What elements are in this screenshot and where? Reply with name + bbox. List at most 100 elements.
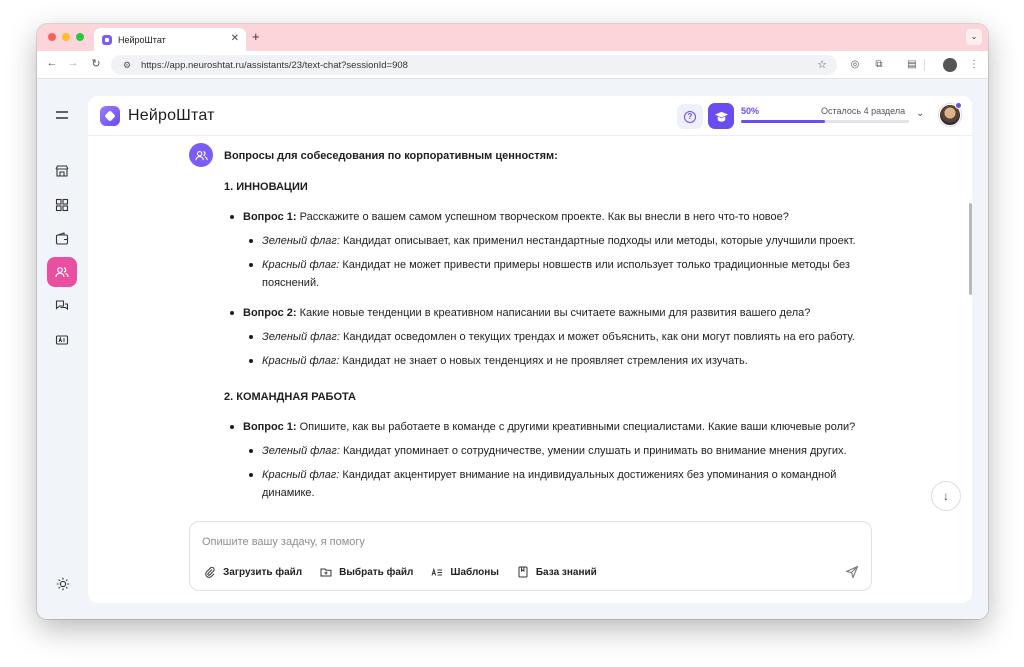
sidebar-item-store[interactable]	[47, 156, 77, 186]
green-flag-label: Зеленый флаг:	[262, 235, 340, 247]
question-label: Вопрос 1:	[243, 211, 297, 223]
sun-icon[interactable]	[56, 577, 70, 591]
progress-fill	[741, 120, 825, 123]
composer-actions: Загрузить файл Выбрать файл Шаблоны База…	[204, 566, 615, 578]
browser-tab[interactable]: НейроШтат ✕	[94, 28, 246, 51]
chat-icon	[55, 300, 69, 311]
course-button[interactable]	[708, 103, 734, 129]
question-text: Расскажите о вашем самом успешном творче…	[296, 211, 789, 223]
brand-name[interactable]: НейроШтат	[128, 107, 215, 125]
question-icon: ?	[684, 110, 696, 123]
browser-window: НейроШтат ✕ + ⌄ ← → ↻ ⚙ https://app.neur…	[37, 24, 988, 619]
sidebar	[37, 79, 88, 619]
knowledge-base-label: База знаний	[535, 566, 597, 578]
minimize-window-button[interactable]	[62, 33, 70, 41]
arrow-down-icon: ↓	[943, 489, 949, 503]
sidebar-item-assistants[interactable]	[47, 257, 77, 287]
question-label: Вопрос 1:	[243, 421, 297, 433]
logo-icon[interactable]	[100, 106, 120, 126]
green-flag-item: Зеленый флаг: Кандидат описывает, как пр…	[224, 232, 884, 250]
help-button[interactable]: ?	[677, 104, 703, 129]
app-area: НейроШтат ? 50% Осталось 4 раздела ⌄ Воп…	[37, 79, 988, 619]
sidebar-item-wallet[interactable]	[47, 224, 77, 254]
progress-percent: 50%	[741, 106, 760, 116]
favicon-icon	[102, 34, 112, 45]
templates-button[interactable]: Шаблоны	[431, 566, 499, 578]
menu-button[interactable]	[47, 100, 77, 130]
reading-list-icon[interactable]: ▤	[904, 57, 920, 73]
message-title: Вопросы для собеседования по корпоративн…	[224, 150, 558, 162]
question-text: Какие новые тенденции в креативном напис…	[296, 307, 811, 319]
browser-menu-icon[interactable]: ⋮	[966, 57, 982, 73]
tab-title: НейроШтат	[118, 34, 166, 45]
question-item: Вопрос 1: Расскажите о вашем самом успеш…	[224, 208, 884, 226]
toolbar-divider	[924, 59, 925, 71]
assistant-message: Вопросы для собеседования по корпоративн…	[224, 147, 884, 508]
chat-content: Вопросы для собеседования по корпоративн…	[88, 137, 972, 517]
sidebar-item-ai[interactable]	[47, 325, 77, 355]
red-flag-item: Красный флаг: Кандидат акцентирует внима…	[224, 466, 884, 502]
red-flag-item: Красный флаг: Кандидат не может привести…	[224, 256, 884, 292]
green-flag-item: Зеленый флаг: Кандидат упоминает о сотру…	[224, 442, 884, 460]
address-bar[interactable]: ⚙ https://app.neuroshtat.ru/assistants/2…	[111, 55, 837, 75]
templates-icon	[431, 566, 443, 578]
red-flag-label: Красный флаг:	[262, 355, 340, 367]
users-icon	[55, 267, 69, 278]
extension-icon[interactable]: ◎	[847, 57, 863, 73]
red-flag-text: Кандидат не знает о новых тенденциях и н…	[339, 355, 748, 367]
green-flag-label: Зеленый флаг:	[262, 331, 340, 343]
users-icon	[194, 150, 208, 160]
browser-toolbar: ← → ↻ ⚙ https://app.neuroshtat.ru/assist…	[37, 51, 988, 79]
question-text: Опишите, как вы работаете в команде с др…	[296, 421, 856, 433]
sidebar-item-chats[interactable]	[47, 291, 77, 321]
progress-remaining: Осталось 4 раздела	[821, 106, 906, 116]
green-flag-text: Кандидат описывает, как применил нестанд…	[339, 235, 856, 247]
question-label: Вопрос 2:	[243, 307, 297, 319]
red-flag-label: Красный флаг:	[262, 259, 340, 271]
back-icon[interactable]: ←	[44, 57, 60, 69]
upload-file-button[interactable]: Загрузить файл	[204, 566, 302, 578]
green-flag-item: Зеленый флаг: Кандидат осведомлен о теку…	[224, 328, 884, 346]
puzzle-icon[interactable]: ⧉	[871, 57, 887, 73]
red-flag-item: Красный флаг: Кандидат не знает о новых …	[224, 352, 884, 370]
templates-label: Шаблоны	[450, 566, 499, 578]
tab-close-icon[interactable]: ✕	[231, 33, 239, 44]
grid-icon	[55, 198, 69, 212]
close-window-button[interactable]	[48, 33, 56, 41]
scroll-down-button[interactable]: ↓	[931, 481, 961, 511]
folder-icon	[320, 566, 332, 578]
id-card-icon	[55, 335, 69, 345]
knowledge-base-button[interactable]: База знаний	[517, 566, 597, 578]
main-panel: НейроШтат ? 50% Осталось 4 раздела ⌄ Воп…	[88, 96, 972, 603]
new-tab-button[interactable]: +	[252, 29, 260, 44]
green-flag-text: Кандидат осведомлен о текущих трендах и …	[339, 331, 855, 343]
question-item: Вопрос 2: Какие новые тенденции в креати…	[224, 304, 884, 322]
bookmark-book-icon	[517, 566, 529, 578]
choose-file-label: Выбрать файл	[339, 566, 414, 578]
notification-dot	[955, 102, 962, 109]
red-flag-text: Кандидат акцентирует внимание на индивид…	[262, 469, 837, 499]
bookmark-star-icon[interactable]: ☆	[817, 58, 827, 71]
site-settings-icon[interactable]: ⚙	[121, 59, 133, 71]
choose-file-button[interactable]: Выбрать файл	[320, 566, 413, 578]
question-item: Вопрос 1: Опишите, как вы работаете в ко…	[224, 418, 884, 436]
browser-profile-icon[interactable]	[943, 58, 957, 72]
tab-search-button[interactable]: ⌄	[966, 29, 982, 45]
tab-strip: НейроШтат ✕ + ⌄	[37, 24, 988, 51]
maximize-window-button[interactable]	[76, 33, 84, 41]
hamburger-icon	[56, 111, 68, 119]
upload-file-label: Загрузить файл	[223, 566, 303, 578]
section-title: 2. КОМАНДНАЯ РАБОТА	[224, 391, 356, 403]
composer-input[interactable]: Опишите вашу задачу, я помогу	[202, 536, 365, 548]
sidebar-item-grid[interactable]	[47, 190, 77, 220]
chat-scrollbar[interactable]	[969, 203, 972, 295]
red-flag-label: Красный флаг:	[262, 469, 340, 481]
section-title: 1. ИННОВАЦИИ	[224, 181, 308, 193]
send-icon[interactable]	[845, 565, 859, 579]
chevron-down-icon[interactable]: ⌄	[916, 108, 924, 119]
reload-icon[interactable]: ↻	[88, 57, 104, 70]
url-text: https://app.neuroshtat.ru/assistants/23/…	[141, 59, 408, 71]
red-flag-text: Кандидат не может привести примеры новше…	[262, 259, 850, 289]
forward-icon[interactable]: →	[65, 57, 81, 69]
store-icon	[55, 165, 69, 177]
